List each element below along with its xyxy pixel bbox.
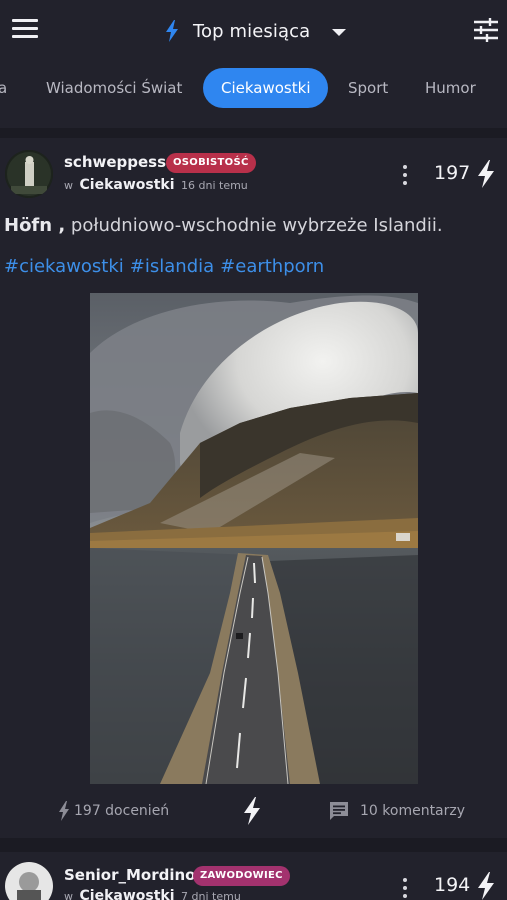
tab-partial[interactable]: a [0, 68, 7, 108]
section-divider [0, 128, 507, 138]
more-options-icon[interactable] [401, 878, 409, 900]
section-divider [0, 838, 507, 852]
post-title: Höfn , południowo-wschodnie wybrzeże Isl… [4, 215, 443, 236]
comment-icon [330, 802, 348, 820]
post-score: 197 [434, 162, 471, 184]
author-badge: ZAWODOWIEC [193, 866, 290, 886]
post-author[interactable]: Senior_Mordino [64, 866, 196, 884]
community-link[interactable]: Ciekawostki [80, 888, 175, 900]
in-prefix: w [64, 179, 73, 192]
upvote-bolt-icon[interactable] [243, 797, 261, 825]
bolt-icon[interactable] [477, 160, 495, 188]
community-link[interactable]: Ciekawostki [80, 177, 175, 193]
post-title-bold: Höfn , [4, 215, 66, 236]
comments-count[interactable]: 10 komentarzy [328, 795, 465, 827]
avatar[interactable] [5, 150, 53, 198]
in-prefix: w [64, 890, 73, 900]
sort-selector[interactable]: Top miesiąca [165, 14, 347, 48]
post-time: 7 dni temu [181, 890, 241, 900]
post-author[interactable]: schweppess [64, 153, 166, 171]
tag-link[interactable]: #ciekawostki [4, 256, 124, 277]
post-image[interactable] [90, 293, 418, 784]
bolt-icon [59, 801, 69, 821]
category-tabs: a Wiadomości Świat Ciekawostki Sport Hum… [0, 62, 507, 114]
avatar[interactable] [5, 862, 53, 900]
post-tags: #ciekawostki #islandia #earthporn [4, 256, 330, 277]
tag-link[interactable]: #earthporn [220, 256, 324, 277]
post-meta: w Ciekawostki 16 dni temu [64, 177, 248, 193]
tab-sport[interactable]: Sport [348, 68, 388, 108]
upvotes-label: 197 docenień [74, 803, 170, 819]
chevron-down-icon [332, 28, 347, 36]
tab-humor[interactable]: Humor [425, 68, 476, 108]
hamburger-menu-icon[interactable] [12, 19, 38, 43]
upvotes-count[interactable]: 197 docenień [58, 795, 169, 827]
sliders-icon[interactable] [473, 17, 499, 43]
more-options-icon[interactable] [401, 165, 409, 187]
post-actions: 197 docenień 10 komentarzy [0, 795, 507, 827]
author-badge: OSOBISTOŚĆ [166, 153, 256, 173]
tab-ciekawostki[interactable]: Ciekawostki [203, 68, 329, 108]
top-bar: Top miesiąca [0, 0, 507, 62]
post-meta: w Ciekawostki 7 dni temu [64, 888, 241, 900]
post-score: 194 [434, 874, 471, 896]
post-time: 16 dni temu [181, 179, 248, 192]
tab-wiadomosci-swiat[interactable]: Wiadomości Świat [46, 68, 182, 108]
bolt-icon[interactable] [477, 872, 495, 900]
comments-label: 10 komentarzy [360, 803, 466, 819]
tag-link[interactable]: #islandia [130, 256, 214, 277]
post-title-rest: południowo-wschodnie wybrzeże Islandii. [65, 215, 443, 236]
sort-title: Top miesiąca [193, 20, 311, 42]
bolt-icon [166, 20, 178, 42]
